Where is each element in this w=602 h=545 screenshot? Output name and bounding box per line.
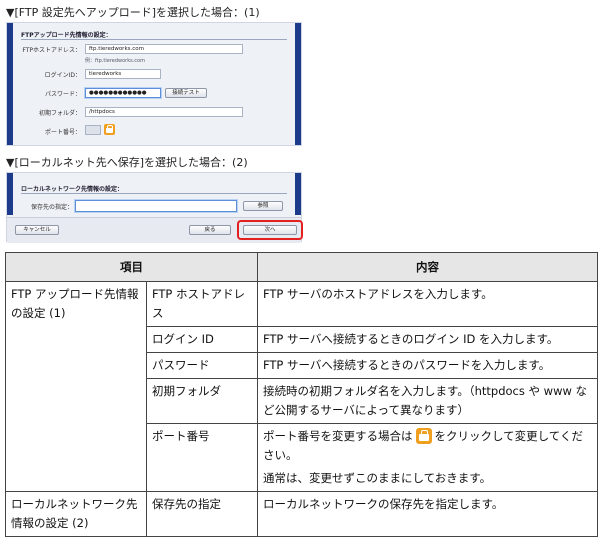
caption-ftp: ▼[FTP 設定先へアップロード]を選択した場合：(1)	[6, 6, 260, 19]
row-desc-port: ポート番号を変更する場合は をクリックして変更してください。 通常は、変更せずこの…	[257, 423, 598, 492]
password-label: パスワード：	[44, 91, 81, 98]
host-input[interactable]: ftp.tieredworks.com	[85, 44, 243, 54]
connect-test-button[interactable]: 接続テスト	[165, 88, 207, 98]
row-desc: FTP サーバへ接続するときのパスワードを入力します。	[257, 352, 598, 379]
port-desc-note: 通常は、変更せずこのままにしておきます。	[263, 471, 492, 485]
folder-label: 初期フォルダ：	[38, 110, 81, 117]
row-desc: FTP サーバのホストアドレスを入力します。	[257, 281, 598, 327]
frame-rail-left	[7, 23, 13, 145]
row-item: ログイン ID	[146, 326, 258, 353]
section-divider	[21, 193, 287, 194]
row-item: 保存先の指定	[146, 491, 258, 537]
back-button[interactable]: 戻る	[189, 225, 231, 235]
port-input[interactable]	[85, 125, 101, 135]
local-settings-screenshot: ローカルネットワーク先情報の設定： 保存先の指定： 参照 キャンセル 戻る 次へ	[6, 172, 303, 243]
host-label: FTPホストアドレス：	[22, 47, 81, 54]
group-ftp: FTP アップロード先情報の設定 (1)	[5, 281, 147, 492]
port-desc-pre: ポート番号を変更する場合は	[263, 429, 413, 443]
table-header-row: 項目 内容	[5, 252, 598, 282]
host-hint: 例：ftp.tieredworks.com	[85, 58, 145, 64]
row-desc: 接続時の初期フォルダ名を入力します。（httpdocs や www など公開する…	[257, 378, 598, 424]
lock-icon	[415, 427, 432, 444]
section-divider	[21, 39, 287, 40]
browse-button[interactable]: 参照	[243, 201, 283, 211]
row-desc: ローカルネットワークの保存先を指定します。	[257, 491, 598, 537]
frame-rail-left	[7, 173, 13, 215]
header-item: 項目	[5, 252, 258, 282]
row-item: パスワード	[146, 352, 258, 379]
table-row: ローカルネットワーク先情報の設定 (2) 保存先の指定 ローカルネットワークの保…	[5, 491, 598, 537]
port-label: ポート番号：	[44, 129, 81, 136]
lock-icon[interactable]	[104, 124, 115, 135]
login-input[interactable]: tieredworks	[85, 69, 161, 79]
row-item: 初期フォルダ	[146, 378, 258, 424]
cancel-button[interactable]: キャンセル	[15, 225, 59, 235]
row-item: FTP ホストアドレス	[146, 281, 258, 327]
settings-table: 項目 内容 FTP アップロード先情報の設定 (1) FTP ホストアドレス F…	[5, 252, 598, 537]
local-section-title: ローカルネットワーク先情報の設定：	[21, 186, 124, 193]
row-desc: FTP サーバへ接続するときのログイン ID を入力します。	[257, 326, 598, 353]
ftp-settings-screenshot: FTPアップロード先情報の設定： FTPホストアドレス： ftp.tieredw…	[6, 22, 302, 146]
ftp-section-title: FTPアップロード先情報の設定：	[21, 32, 112, 39]
header-content: 内容	[257, 252, 598, 282]
save-location-input[interactable]	[75, 200, 237, 212]
login-label: ログインID：	[44, 72, 81, 79]
group-local: ローカルネットワーク先情報の設定 (2)	[5, 491, 147, 537]
table-row: FTP アップロード先情報の設定 (1) FTP ホストアドレス FTP サーバ…	[5, 281, 598, 492]
password-input[interactable]: ●●●●●●●●●●●●	[85, 88, 161, 98]
frame-rail-right	[295, 23, 301, 145]
caption-local: ▼[ローカルネット先へ保存]を選択した場合：(2)	[6, 156, 248, 169]
save-location-label: 保存先の指定：	[30, 204, 73, 211]
folder-input[interactable]: /httpdocs	[85, 107, 243, 117]
frame-rail-right	[295, 173, 301, 215]
next-button-highlight	[237, 220, 303, 240]
row-item: ポート番号	[146, 423, 258, 492]
